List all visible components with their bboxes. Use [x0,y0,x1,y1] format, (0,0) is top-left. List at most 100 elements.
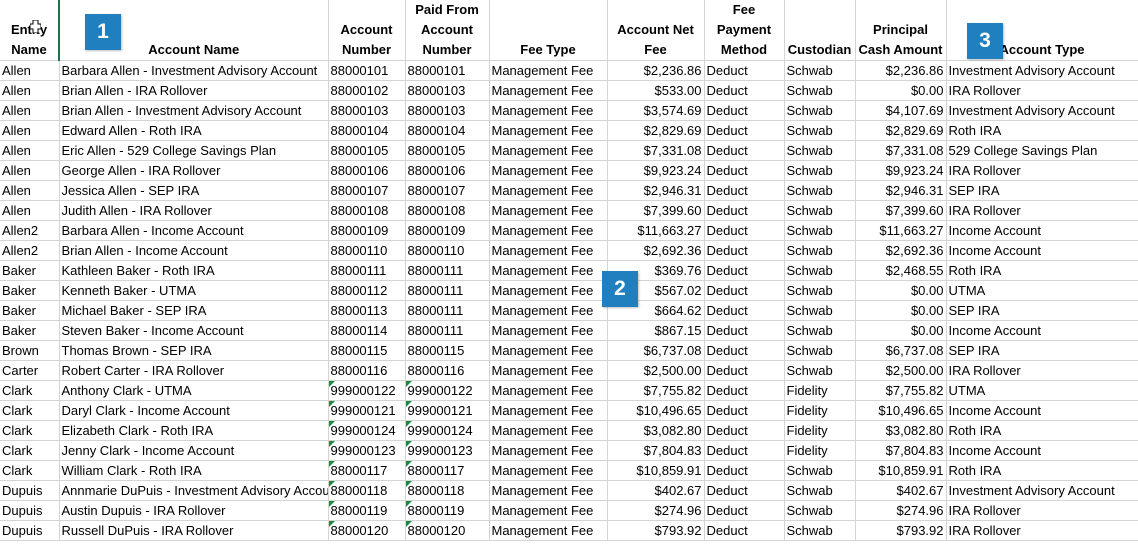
cell-account-net-fee[interactable]: $10,859.91 [607,460,705,481]
cell-entity-name[interactable]: Allen [0,200,60,221]
cell-account-type[interactable]: Income Account [946,320,1138,341]
cell-principal-cash[interactable]: $0.00 [855,320,947,341]
cell-account-name[interactable]: George Allen - IRA Rollover [59,160,329,181]
cell-fee-type[interactable]: Management Fee [489,340,608,361]
cell-payment-method[interactable]: Deduct [704,400,785,421]
cell-account-type[interactable]: IRA Rollover [946,80,1138,101]
cell-account-net-fee[interactable]: $2,829.69 [607,120,705,141]
cell-fee-type[interactable]: Management Fee [489,320,608,341]
cell-custodian[interactable]: Schwab [784,140,856,161]
cell-entity-name[interactable]: Clark [0,380,60,401]
cell-account-name[interactable]: Michael Baker - SEP IRA [59,300,329,321]
header-custodian[interactable]: Custodian [784,0,856,61]
cell-principal-cash[interactable]: $7,755.82 [855,380,947,401]
cell-principal-cash[interactable]: $10,859.91 [855,460,947,481]
cell-principal-cash[interactable]: $4,107.69 [855,100,947,121]
cell-custodian[interactable]: Schwab [784,480,856,501]
cell-custodian[interactable]: Schwab [784,320,856,341]
cell-principal-cash[interactable]: $7,331.08 [855,140,947,161]
cell-paid-from[interactable]: 88000115 [405,340,490,361]
cell-payment-method[interactable]: Deduct [704,360,785,381]
cell-account-type[interactable]: UTMA [946,380,1138,401]
cell-entity-name[interactable]: Clark [0,400,60,421]
cell-account-net-fee[interactable]: $7,331.08 [607,140,705,161]
cell-custodian[interactable]: Schwab [784,100,856,121]
cell-account-type[interactable]: Investment Advisory Account [946,60,1138,81]
cell-entity-name[interactable]: Clark [0,460,60,481]
cell-custodian[interactable]: Schwab [784,180,856,201]
cell-payment-method[interactable]: Deduct [704,480,785,501]
cell-custodian[interactable]: Schwab [784,340,856,361]
cell-fee-type[interactable]: Management Fee [489,140,608,161]
cell-custodian[interactable]: Schwab [784,240,856,261]
cell-entity-name[interactable]: Allen [0,180,60,201]
cell-payment-method[interactable]: Deduct [704,240,785,261]
cell-paid-from[interactable]: 88000106 [405,160,490,181]
cell-account-number[interactable]: 88000106 [328,160,406,181]
cell-account-number[interactable]: 88000110 [328,240,406,261]
cell-entity-name[interactable]: Dupuis [0,500,60,521]
cell-payment-method[interactable]: Deduct [704,220,785,241]
cell-entity-name[interactable]: Allen [0,100,60,121]
cell-account-net-fee[interactable]: $2,946.31 [607,180,705,201]
cell-account-number[interactable]: 88000103 [328,100,406,121]
cell-fee-type[interactable]: Management Fee [489,60,608,81]
cell-custodian[interactable]: Fidelity [784,440,856,461]
cell-account-net-fee[interactable]: $533.00 [607,80,705,101]
cell-account-name[interactable]: Kathleen Baker - Roth IRA [59,260,329,281]
cell-fee-type[interactable]: Management Fee [489,200,608,221]
cell-account-type[interactable]: Roth IRA [946,260,1138,281]
cell-custodian[interactable]: Schwab [784,200,856,221]
cell-account-number[interactable]: 88000114 [328,320,406,341]
cell-fee-type[interactable]: Management Fee [489,120,608,141]
cell-custodian[interactable]: Schwab [784,120,856,141]
cell-entity-name[interactable]: Allen [0,140,60,161]
cell-custodian[interactable]: Schwab [784,500,856,521]
cell-custodian[interactable]: Schwab [784,80,856,101]
cell-paid-from[interactable]: 88000111 [405,300,490,321]
cell-principal-cash[interactable]: $402.67 [855,480,947,501]
cell-account-number[interactable]: 999000123 [328,440,406,461]
cell-custodian[interactable]: Schwab [784,260,856,281]
cell-custodian[interactable]: Schwab [784,300,856,321]
header-fee-type[interactable]: Fee Type [489,0,608,61]
cell-account-type[interactable]: Roth IRA [946,420,1138,441]
cell-payment-method[interactable]: Deduct [704,80,785,101]
cell-payment-method[interactable]: Deduct [704,460,785,481]
cell-paid-from[interactable]: 999000124 [405,420,490,441]
cell-entity-name[interactable]: Allen [0,60,60,81]
cell-entity-name[interactable]: Clark [0,420,60,441]
cell-custodian[interactable]: Schwab [784,60,856,81]
cell-account-net-fee[interactable]: $9,923.24 [607,160,705,181]
cell-custodian[interactable]: Schwab [784,220,856,241]
cell-account-net-fee[interactable]: $7,804.83 [607,440,705,461]
cell-account-type[interactable]: IRA Rollover [946,500,1138,521]
cell-paid-from[interactable]: 88000109 [405,220,490,241]
cell-payment-method[interactable]: Deduct [704,500,785,521]
cell-fee-type[interactable]: Management Fee [489,220,608,241]
cell-principal-cash[interactable]: $2,946.31 [855,180,947,201]
cell-fee-type[interactable]: Management Fee [489,300,608,321]
cell-principal-cash[interactable]: $6,737.08 [855,340,947,361]
cell-fee-type[interactable]: Management Fee [489,260,608,281]
cell-custodian[interactable]: Schwab [784,520,856,541]
cell-paid-from[interactable]: 88000108 [405,200,490,221]
cell-payment-method[interactable]: Deduct [704,260,785,281]
cell-paid-from[interactable]: 999000122 [405,380,490,401]
cell-account-net-fee[interactable]: $3,082.80 [607,420,705,441]
cell-principal-cash[interactable]: $0.00 [855,80,947,101]
header-principal-cash-amount[interactable]: Principal Cash Amount [855,0,947,61]
cell-fee-type[interactable]: Management Fee [489,480,608,501]
cell-account-name[interactable]: Steven Baker - Income Account [59,320,329,341]
cell-fee-type[interactable]: Management Fee [489,180,608,201]
cell-account-name[interactable]: Judith Allen - IRA Rollover [59,200,329,221]
cell-account-name[interactable]: Edward Allen - Roth IRA [59,120,329,141]
cell-account-name[interactable]: Kenneth Baker - UTMA [59,280,329,301]
cell-account-number[interactable]: 88000117 [328,460,406,481]
cell-account-type[interactable]: Investment Advisory Account [946,100,1138,121]
cell-paid-from[interactable]: 88000119 [405,500,490,521]
cell-account-name[interactable]: Elizabeth Clark - Roth IRA [59,420,329,441]
cell-payment-method[interactable]: Deduct [704,200,785,221]
cell-account-name[interactable]: Jessica Allen - SEP IRA [59,180,329,201]
cell-account-type[interactable]: Income Account [946,220,1138,241]
